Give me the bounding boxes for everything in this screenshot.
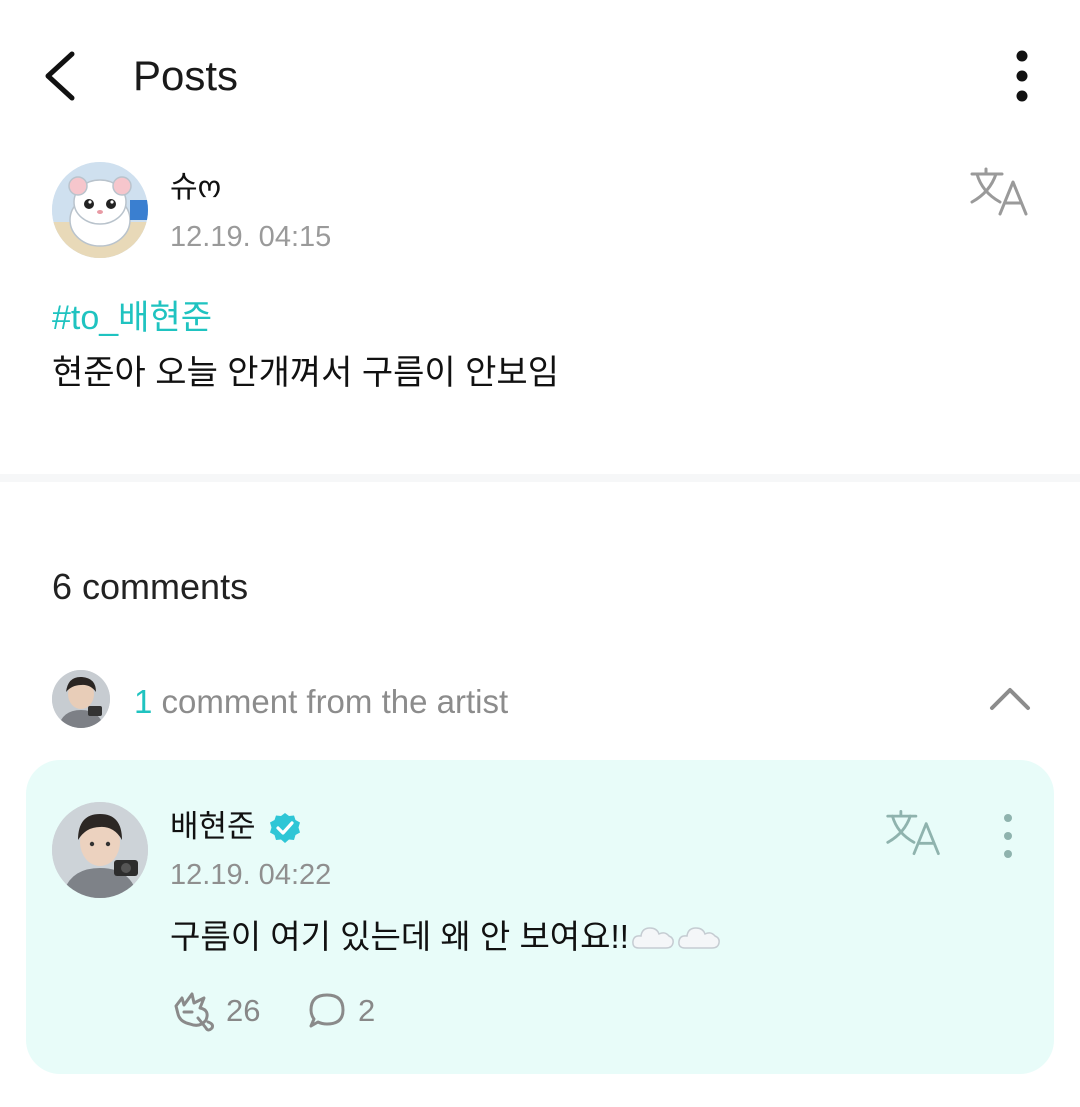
more-vertical-icon — [1004, 814, 1012, 858]
comments-count: 6 comments — [52, 566, 249, 607]
comment-more-button[interactable] — [990, 810, 1026, 862]
artist-comment-summary: 1 comment from the artist — [134, 680, 508, 724]
verified-badge-icon — [268, 811, 302, 845]
artist-name[interactable]: 배현준 — [170, 806, 256, 848]
cloud-icon — [631, 927, 674, 949]
artist-comment-timestamp: 12.19. 04:22 — [170, 859, 332, 891]
reply-icon — [309, 993, 345, 1028]
artist-comment-count: 1 — [134, 683, 153, 720]
translate-icon — [970, 167, 1028, 216]
comment-translate-button[interactable] — [884, 808, 944, 858]
post-translate-button[interactable] — [968, 166, 1032, 218]
artist-comment-label: comment from the artist — [152, 683, 509, 720]
post-author-name[interactable]: 슈ო — [170, 168, 221, 208]
post-author-avatar[interactable] — [52, 162, 148, 258]
more-options-button[interactable] — [996, 44, 1048, 108]
cloud-icon — [677, 927, 720, 949]
collapse-button[interactable] — [984, 678, 1036, 718]
post-hashtag[interactable]: #to_배현준 — [52, 296, 212, 340]
back-button[interactable] — [30, 44, 94, 108]
artist-photo-icon — [52, 670, 110, 728]
post-timestamp: 12.19. 04:15 — [170, 221, 332, 253]
artist-comment-text: 구름이 여기 있는데 왜 안 보여요!! — [170, 918, 629, 955]
like-button[interactable]: 26 — [170, 986, 260, 1036]
reply-button[interactable]: 2 — [306, 986, 375, 1036]
chevron-left-icon — [45, 51, 75, 101]
page-title: Posts — [133, 52, 239, 99]
artist-avatar[interactable] — [52, 802, 148, 898]
like-icon — [174, 992, 214, 1032]
chevron-up-icon — [990, 688, 1030, 710]
artist-mini-avatar — [52, 670, 110, 728]
section-divider — [0, 474, 1080, 482]
translate-icon — [886, 810, 940, 856]
artist-photo-icon — [52, 802, 148, 898]
post-body: 현준아 오늘 안개껴서 구름이 안보임 — [52, 354, 559, 392]
more-vertical-icon — [1016, 50, 1028, 102]
like-count: 26 — [226, 993, 261, 1028]
reply-count: 2 — [358, 993, 376, 1028]
hamster-avatar-icon — [52, 162, 148, 258]
artist-comment-body: 구름이 여기 있는데 왜 안 보여요!! — [170, 914, 721, 960]
